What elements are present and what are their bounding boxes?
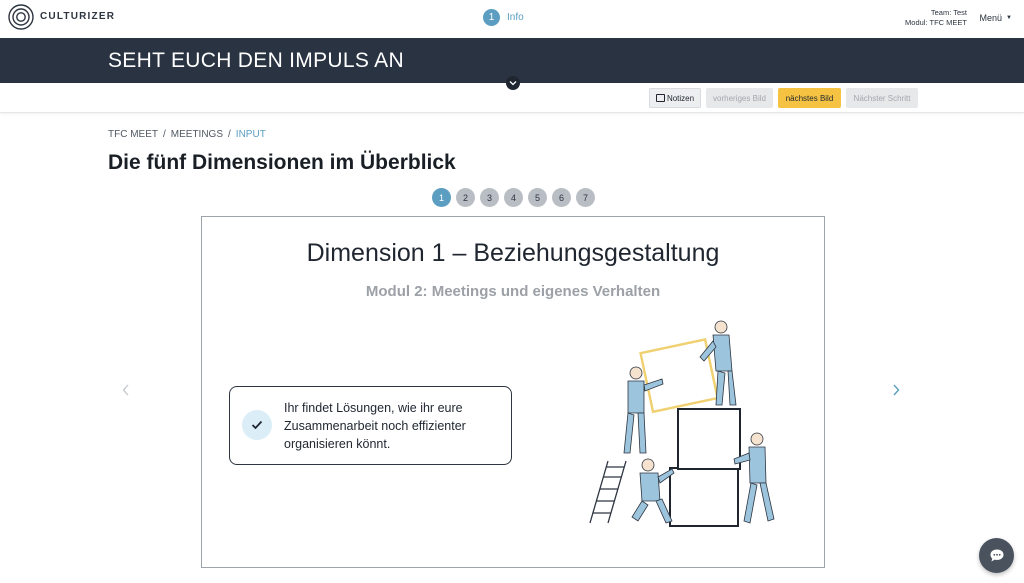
page-dot-5[interactable]: 5 — [528, 188, 547, 207]
top-navigation: CULTURIZER 1 Info Team: Test Modul: TFC … — [0, 0, 1024, 38]
slide-title: Dimension 1 – Beziehungsgestaltung — [306, 239, 720, 267]
breadcrumb-separator: / — [163, 129, 166, 140]
slide-pagination: 1 2 3 4 5 6 7 — [432, 188, 600, 207]
breadcrumb-item-tfc-meet[interactable]: TFC MEET — [108, 129, 158, 140]
menu-dropdown[interactable]: Menü ▼ — [980, 13, 1012, 23]
breadcrumb-item-meetings[interactable]: MEETINGS — [171, 129, 223, 140]
page-dot-4[interactable]: 4 — [504, 188, 523, 207]
page-dot-7[interactable]: 7 — [576, 188, 595, 207]
banner-title: SEHT EUCH DEN IMPULS AN — [108, 49, 404, 72]
notes-icon — [655, 94, 665, 102]
next-step-button[interactable]: Nächster Schritt — [846, 88, 918, 108]
notes-label: Notizen — [666, 93, 695, 103]
team-info: Team: Test Modul: TFC MEET — [905, 8, 967, 28]
module-line: Modul: TFC MEET — [905, 18, 967, 27]
step-label: Info — [507, 12, 524, 23]
brand-name[interactable]: CULTURIZER — [40, 11, 115, 22]
page-dot-1[interactable]: 1 — [432, 188, 451, 207]
callout-text: Ihr findet Lösungen, wie ihr eure Zusamm… — [284, 401, 466, 451]
step-number-badge: 1 — [483, 9, 500, 26]
slide-image: Dimension 1 – Beziehungsgestaltung Modul… — [201, 216, 825, 568]
people-stacking-boxes-illustration — [589, 320, 775, 527]
menu-label: Menü — [979, 13, 1003, 23]
page-dot-6[interactable]: 6 — [552, 188, 571, 207]
caret-down-icon: ▼ — [1006, 15, 1012, 21]
breadcrumb-item-input[interactable]: INPUT — [236, 129, 266, 140]
next-image-button[interactable]: nächstes Bild — [778, 88, 841, 108]
callout-box: Ihr findet Lösungen, wie ihr eure Zusamm… — [229, 386, 512, 465]
breadcrumb-separator: / — [228, 129, 231, 140]
chevron-down-icon[interactable] — [506, 76, 520, 90]
chat-support-button[interactable] — [979, 538, 1014, 573]
next-slide-arrow-icon[interactable] — [892, 380, 900, 401]
progress-step[interactable]: 1 Info — [483, 9, 524, 26]
breadcrumb: TFC MEET / MEETINGS / INPUT — [108, 129, 266, 140]
chat-bubble-icon — [990, 549, 1003, 562]
notes-button[interactable]: Notizen — [649, 88, 701, 108]
page-dot-3[interactable]: 3 — [480, 188, 499, 207]
checkmark-icon — [242, 410, 272, 440]
page-dot-2[interactable]: 2 — [456, 188, 475, 207]
page-title: Die fünf Dimensionen im Überblick — [108, 151, 456, 174]
slide-subtitle: Modul 2: Meetings und eigenes Verhalten — [365, 283, 661, 300]
previous-image-button[interactable]: vorheriges Bild — [706, 88, 773, 108]
team-line: Team: Test — [930, 8, 967, 17]
previous-slide-arrow-icon[interactable] — [122, 380, 130, 401]
culturizer-logo-icon[interactable] — [8, 4, 34, 30]
